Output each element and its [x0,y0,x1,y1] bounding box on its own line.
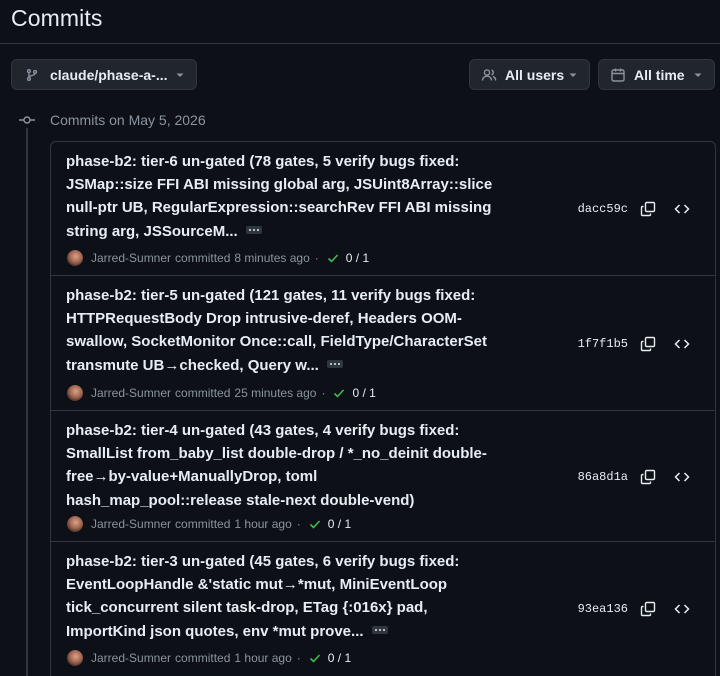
commit-author[interactable]: Jarred-Sumner [91,386,171,400]
branch-selector-button[interactable]: claude/phase-a-... [11,59,197,90]
commit-verb: committed [175,251,231,265]
triangle-down-icon [567,69,579,81]
code-icon[interactable] [672,199,692,219]
triangle-down-icon [692,69,704,81]
commit-meta: Jarred-Sumner committed 1 hour ago · 0 /… [67,650,351,666]
ellipsis-icon[interactable] [245,225,262,234]
code-icon[interactable] [672,467,692,487]
code-icon[interactable] [672,599,692,619]
commit-sha[interactable]: 93ea136 [558,602,628,616]
copy-icon[interactable] [638,199,658,219]
check-icon[interactable] [308,651,322,665]
commit-group-date: Commits on May 5, 2026 [50,112,206,128]
commit-message-line: HTTPRequestBody Drop intrusive-deref, He… [66,310,462,328]
commit-meta: Jarred-Sumner committed 8 minutes ago · … [67,250,369,266]
commit-author[interactable]: Jarred-Sumner [91,251,171,265]
commit-row: phase-b2: tier-6 un-gated (78 gates, 5 v… [51,142,715,276]
avatar[interactable] [67,516,83,532]
commit-message-line: swallow, SocketMonitor Once::call, Field… [66,333,487,351]
title-divider [0,43,720,44]
commit-time: 1 hour ago [234,517,292,531]
copy-icon[interactable] [638,467,658,487]
commit-verb: committed [175,651,231,665]
copy-icon[interactable] [638,334,658,354]
avatar[interactable] [67,250,83,266]
commit-list: phase-b2: tier-6 un-gated (78 gates, 5 v… [50,141,716,676]
git-commit-icon [18,112,36,128]
ellipsis-icon[interactable] [371,625,388,634]
status-checks[interactable]: 0 / 1 [346,251,369,265]
users-filter-button[interactable]: All users [469,59,590,90]
status-checks[interactable]: 0 / 1 [328,517,351,531]
status-checks[interactable]: 0 / 1 [328,651,351,665]
commit-message-line: JSMap::size FFI ABI missing global arg, … [66,176,493,194]
commit-message[interactable]: phase-b2: tier-6 un-gated (78 gates, 5 v… [66,150,496,243]
commit-message-line: string arg, JSSourceM... [66,222,238,240]
page-title: Commits [11,5,103,31]
commit-row: phase-b2: tier-4 un-gated (43 gates, 4 v… [51,411,715,542]
commits-page: Commits claude/phase-a-... All users All… [0,0,720,676]
commit-message[interactable]: phase-b2: tier-4 un-gated (43 gates, 4 v… [66,419,496,512]
commit-message-line: transmute UB→checked, Query w... [66,356,319,374]
triangle-down-icon [174,69,186,81]
users-filter-label: All users [505,66,565,83]
commit-message[interactable]: phase-b2: tier-3 un-gated (45 gates, 6 v… [66,550,496,643]
commit-message-line: phase-b2: tier-3 un-gated (45 gates, 6 v… [66,553,460,570]
commit-message-line: phase-b2: tier-5 un-gated (121 gates, 11… [66,287,476,304]
commit-message-line: tick_concurrent silent task-drop, ETag {… [66,599,428,617]
commit-author[interactable]: Jarred-Sumner [91,517,171,531]
commit-time: 25 minutes ago [234,386,317,400]
commit-sha[interactable]: dacc59c [558,202,628,216]
separator-dot: · [296,651,301,665]
commit-sha[interactable]: 1f7f1b5 [558,337,628,351]
commit-meta: Jarred-Sumner committed 1 hour ago · 0 /… [67,516,351,532]
commit-time: 8 minutes ago [234,251,310,265]
calendar-icon [610,67,626,83]
commit-author[interactable]: Jarred-Sumner [91,651,171,665]
separator-dot: · [314,251,319,265]
time-filter-label: All time [634,66,685,83]
code-icon[interactable] [672,334,692,354]
copy-icon[interactable] [638,599,658,619]
timeline-line [26,128,28,676]
commit-meta: Jarred-Sumner committed 25 minutes ago ·… [67,385,376,401]
check-icon[interactable] [332,386,346,400]
status-checks[interactable]: 0 / 1 [352,386,375,400]
git-branch-icon [24,67,40,83]
commit-sha[interactable]: 86a8d1a [558,470,628,484]
commit-time: 1 hour ago [234,651,292,665]
people-icon [481,67,497,83]
separator-dot: · [321,386,326,400]
commit-message-line: free→by-value+ManuallyDrop, toml [66,468,318,486]
branch-selector-label: claude/phase-a-... [50,66,168,83]
commit-message-line: null-ptr UB, RegularExpression::searchRe… [66,199,492,217]
ellipsis-icon[interactable] [326,359,343,368]
commit-message-line: EventLoopHandle &'static mut→*mut, MiniE… [66,576,448,594]
check-icon[interactable] [308,517,322,531]
commit-message[interactable]: phase-b2: tier-5 un-gated (121 gates, 11… [66,284,496,377]
commit-verb: committed [175,386,231,400]
commit-message-line: hash_map_pool::release stale-next double… [66,491,415,509]
separator-dot: · [296,517,301,531]
commit-message-line: phase-b2: tier-4 un-gated (43 gates, 4 v… [66,422,460,439]
commit-row: phase-b2: tier-3 un-gated (45 gates, 6 v… [51,542,715,676]
check-icon[interactable] [326,251,340,265]
commit-message-line: SmallList from_baby_list double-drop / *… [66,445,487,463]
avatar[interactable] [67,385,83,401]
commit-message-line: ImportKind json quotes, env *mut prove..… [66,622,364,640]
commit-message-line: phase-b2: tier-6 un-gated (78 gates, 5 v… [66,153,460,170]
avatar[interactable] [67,650,83,666]
commit-verb: committed [175,517,231,531]
time-filter-button[interactable]: All time [598,59,715,90]
commit-row: phase-b2: tier-5 un-gated (121 gates, 11… [51,276,715,411]
